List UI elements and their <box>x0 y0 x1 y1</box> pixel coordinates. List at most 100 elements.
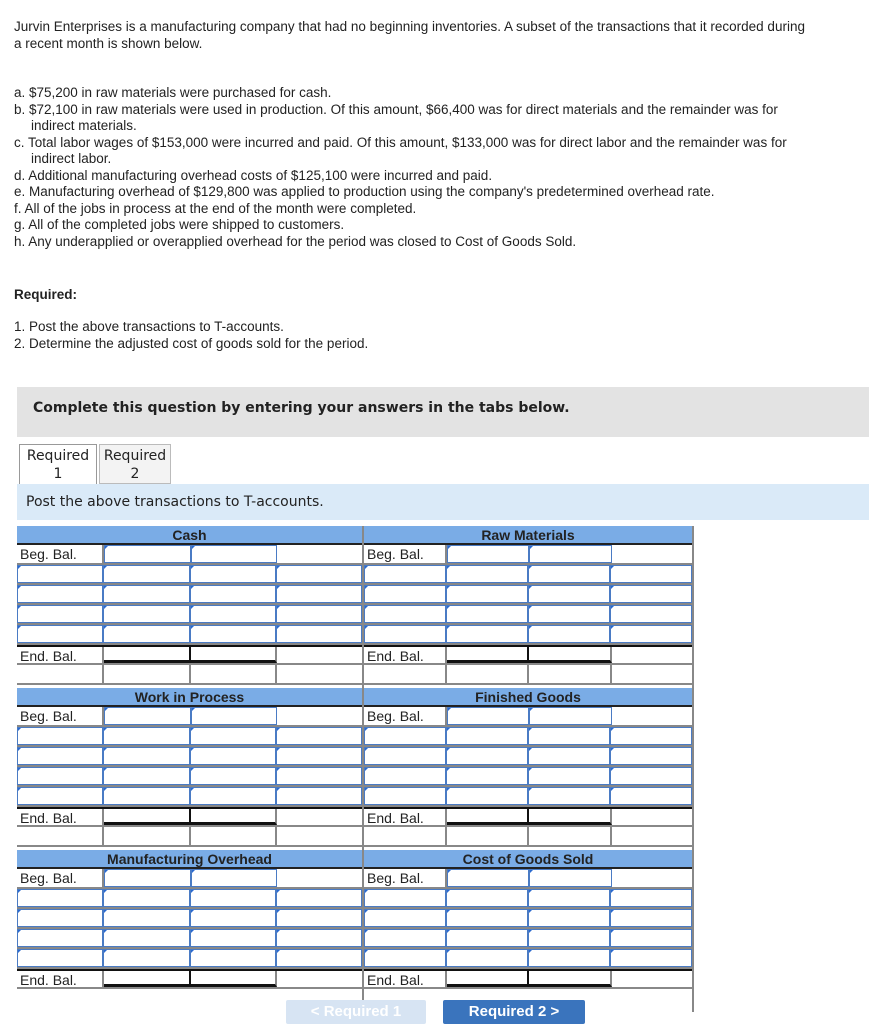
amount-input[interactable] <box>275 565 362 583</box>
entry-label-select[interactable] <box>17 889 104 907</box>
debit-input[interactable] <box>446 909 528 927</box>
entry-label-select[interactable] <box>364 929 446 947</box>
entry-label-select[interactable] <box>364 605 446 623</box>
debit-input[interactable] <box>103 585 190 603</box>
entry-label-select[interactable] <box>364 889 446 907</box>
amount-input[interactable] <box>610 747 692 765</box>
credit-input[interactable] <box>529 869 612 887</box>
credit-input[interactable] <box>528 767 610 785</box>
entry-label-select[interactable] <box>364 585 446 603</box>
debit-input[interactable] <box>446 707 529 725</box>
amount-input[interactable] <box>275 949 362 967</box>
debit-input[interactable] <box>103 625 190 643</box>
amount-input[interactable] <box>275 889 362 907</box>
debit-input[interactable] <box>446 727 528 745</box>
credit-input[interactable] <box>189 565 276 583</box>
tab-required-1[interactable]: Required 1 <box>19 444 97 485</box>
entry-label-select[interactable] <box>364 767 446 785</box>
credit-input[interactable] <box>528 747 610 765</box>
amount-input[interactable] <box>610 787 692 805</box>
credit-input[interactable] <box>528 929 610 947</box>
credit-input[interactable] <box>189 727 276 745</box>
amount-input[interactable] <box>610 727 692 745</box>
credit-input[interactable] <box>189 585 276 603</box>
debit-input[interactable] <box>103 727 190 745</box>
amount-input[interactable] <box>610 605 692 623</box>
debit-input[interactable] <box>103 869 191 887</box>
amount-input[interactable] <box>610 949 692 967</box>
entry-label-select[interactable] <box>364 949 446 967</box>
amount-input[interactable] <box>610 625 692 643</box>
amount-input[interactable] <box>275 727 362 745</box>
credit-input[interactable] <box>528 565 610 583</box>
amount-input[interactable] <box>275 787 362 805</box>
debit-input[interactable] <box>446 625 528 643</box>
amount-input[interactable] <box>610 585 692 603</box>
debit-input[interactable] <box>446 929 528 947</box>
credit-input[interactable] <box>189 747 276 765</box>
debit-input[interactable] <box>103 787 190 805</box>
entry-label-select[interactable] <box>364 565 446 583</box>
debit-input[interactable] <box>103 929 190 947</box>
credit-input[interactable] <box>189 787 276 805</box>
credit-input[interactable] <box>190 707 278 725</box>
entry-label-select[interactable] <box>364 909 446 927</box>
entry-label-select[interactable] <box>17 787 104 805</box>
amount-input[interactable] <box>610 767 692 785</box>
debit-input[interactable] <box>446 889 528 907</box>
debit-input[interactable] <box>446 869 529 887</box>
entry-label-select[interactable] <box>364 625 446 643</box>
credit-input[interactable] <box>189 767 276 785</box>
entry-label-select[interactable] <box>17 565 104 583</box>
debit-input[interactable] <box>103 545 191 563</box>
debit-input[interactable] <box>103 949 190 967</box>
amount-input[interactable] <box>275 909 362 927</box>
amount-input[interactable] <box>275 767 362 785</box>
debit-input[interactable] <box>103 909 190 927</box>
credit-input[interactable] <box>528 889 610 907</box>
debit-input[interactable] <box>103 889 190 907</box>
debit-input[interactable] <box>103 605 190 623</box>
entry-label-select[interactable] <box>17 767 104 785</box>
debit-input[interactable] <box>446 787 528 805</box>
amount-input[interactable] <box>275 605 362 623</box>
amount-input[interactable] <box>275 747 362 765</box>
credit-input[interactable] <box>189 909 276 927</box>
credit-input[interactable] <box>528 625 610 643</box>
prev-required-1-button[interactable]: < Required 1 <box>286 1000 426 1024</box>
credit-input[interactable] <box>189 625 276 643</box>
entry-label-select[interactable] <box>17 605 104 623</box>
entry-label-select[interactable] <box>364 727 446 745</box>
credit-input[interactable] <box>529 707 612 725</box>
debit-input[interactable] <box>103 767 190 785</box>
entry-label-select[interactable] <box>17 929 104 947</box>
credit-input[interactable] <box>528 787 610 805</box>
credit-input[interactable] <box>190 869 278 887</box>
entry-label-select[interactable] <box>17 727 104 745</box>
amount-input[interactable] <box>610 889 692 907</box>
entry-label-select[interactable] <box>17 585 104 603</box>
credit-input[interactable] <box>189 949 276 967</box>
amount-input[interactable] <box>275 929 362 947</box>
entry-label-select[interactable] <box>364 787 446 805</box>
debit-input[interactable] <box>103 565 190 583</box>
credit-input[interactable] <box>529 545 612 563</box>
credit-input[interactable] <box>528 909 610 927</box>
amount-input[interactable] <box>610 929 692 947</box>
debit-input[interactable] <box>446 565 528 583</box>
next-required-2-button[interactable]: Required 2 > <box>443 1000 585 1024</box>
amount-input[interactable] <box>610 909 692 927</box>
credit-input[interactable] <box>189 605 276 623</box>
tab-required-2[interactable]: Required 2 <box>99 444 171 484</box>
debit-input[interactable] <box>103 747 190 765</box>
credit-input[interactable] <box>189 889 276 907</box>
amount-input[interactable] <box>275 625 362 643</box>
amount-input[interactable] <box>275 585 362 603</box>
debit-input[interactable] <box>446 949 528 967</box>
credit-input[interactable] <box>190 545 278 563</box>
credit-input[interactable] <box>528 949 610 967</box>
credit-input[interactable] <box>528 585 610 603</box>
debit-input[interactable] <box>446 747 528 765</box>
entry-label-select[interactable] <box>17 909 104 927</box>
debit-input[interactable] <box>446 585 528 603</box>
